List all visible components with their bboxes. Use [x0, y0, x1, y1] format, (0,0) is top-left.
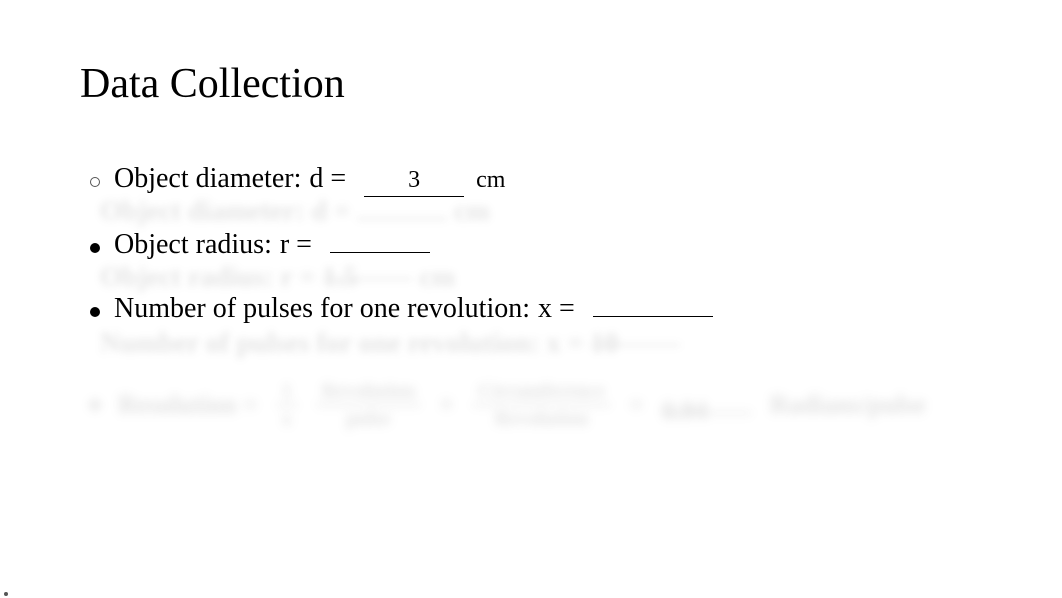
diameter-value: 3: [364, 167, 464, 197]
bullet-filled-circle-icon: [90, 400, 100, 410]
corner-dot-icon: [4, 592, 8, 596]
bullet-filled-circle-icon: [90, 243, 100, 253]
shadow-line-3: Number of pulses for one revolution: x =…: [0, 328, 1062, 360]
diameter-var: d =: [309, 163, 346, 195]
fraction-3: Circumference Revolution: [472, 380, 611, 430]
radius-label: Object radius:: [114, 229, 272, 261]
radius-var: r =: [280, 229, 312, 261]
fraction-1: 1 x: [276, 380, 298, 430]
radius-value: [330, 250, 430, 253]
page-title: Data Collection: [80, 60, 982, 108]
pulses-value: [593, 314, 713, 317]
diameter-unit: cm: [476, 167, 505, 194]
data-list: Object diameter: d = 3 cm Object radius:…: [80, 163, 982, 325]
item-diameter: Object diameter: d = 3 cm: [90, 163, 982, 197]
slide-container: Data Collection Object diameter: d = cm …: [0, 0, 1062, 598]
pulses-label: Number of pulses for one revolution:: [114, 293, 530, 325]
resolution-unit: Radians/pulse: [770, 390, 926, 420]
diameter-label: Object diameter:: [114, 163, 301, 195]
item-radius: Object radius: r =: [90, 229, 982, 261]
resolution-value-blank: 0.94: [662, 396, 752, 414]
pulses-var: x =: [538, 293, 575, 325]
fraction-2: Revolution pulse: [316, 380, 421, 430]
item-pulses: Number of pulses for one revolution: x =: [90, 293, 982, 325]
resolution-equation-blur: Resolution = 1 x Revolution pulse × Circ…: [90, 380, 1002, 430]
resolution-label: Resolution =: [118, 390, 258, 420]
bullet-filled-circle-icon: [90, 307, 100, 317]
bullet-open-circle-icon: [90, 177, 100, 187]
